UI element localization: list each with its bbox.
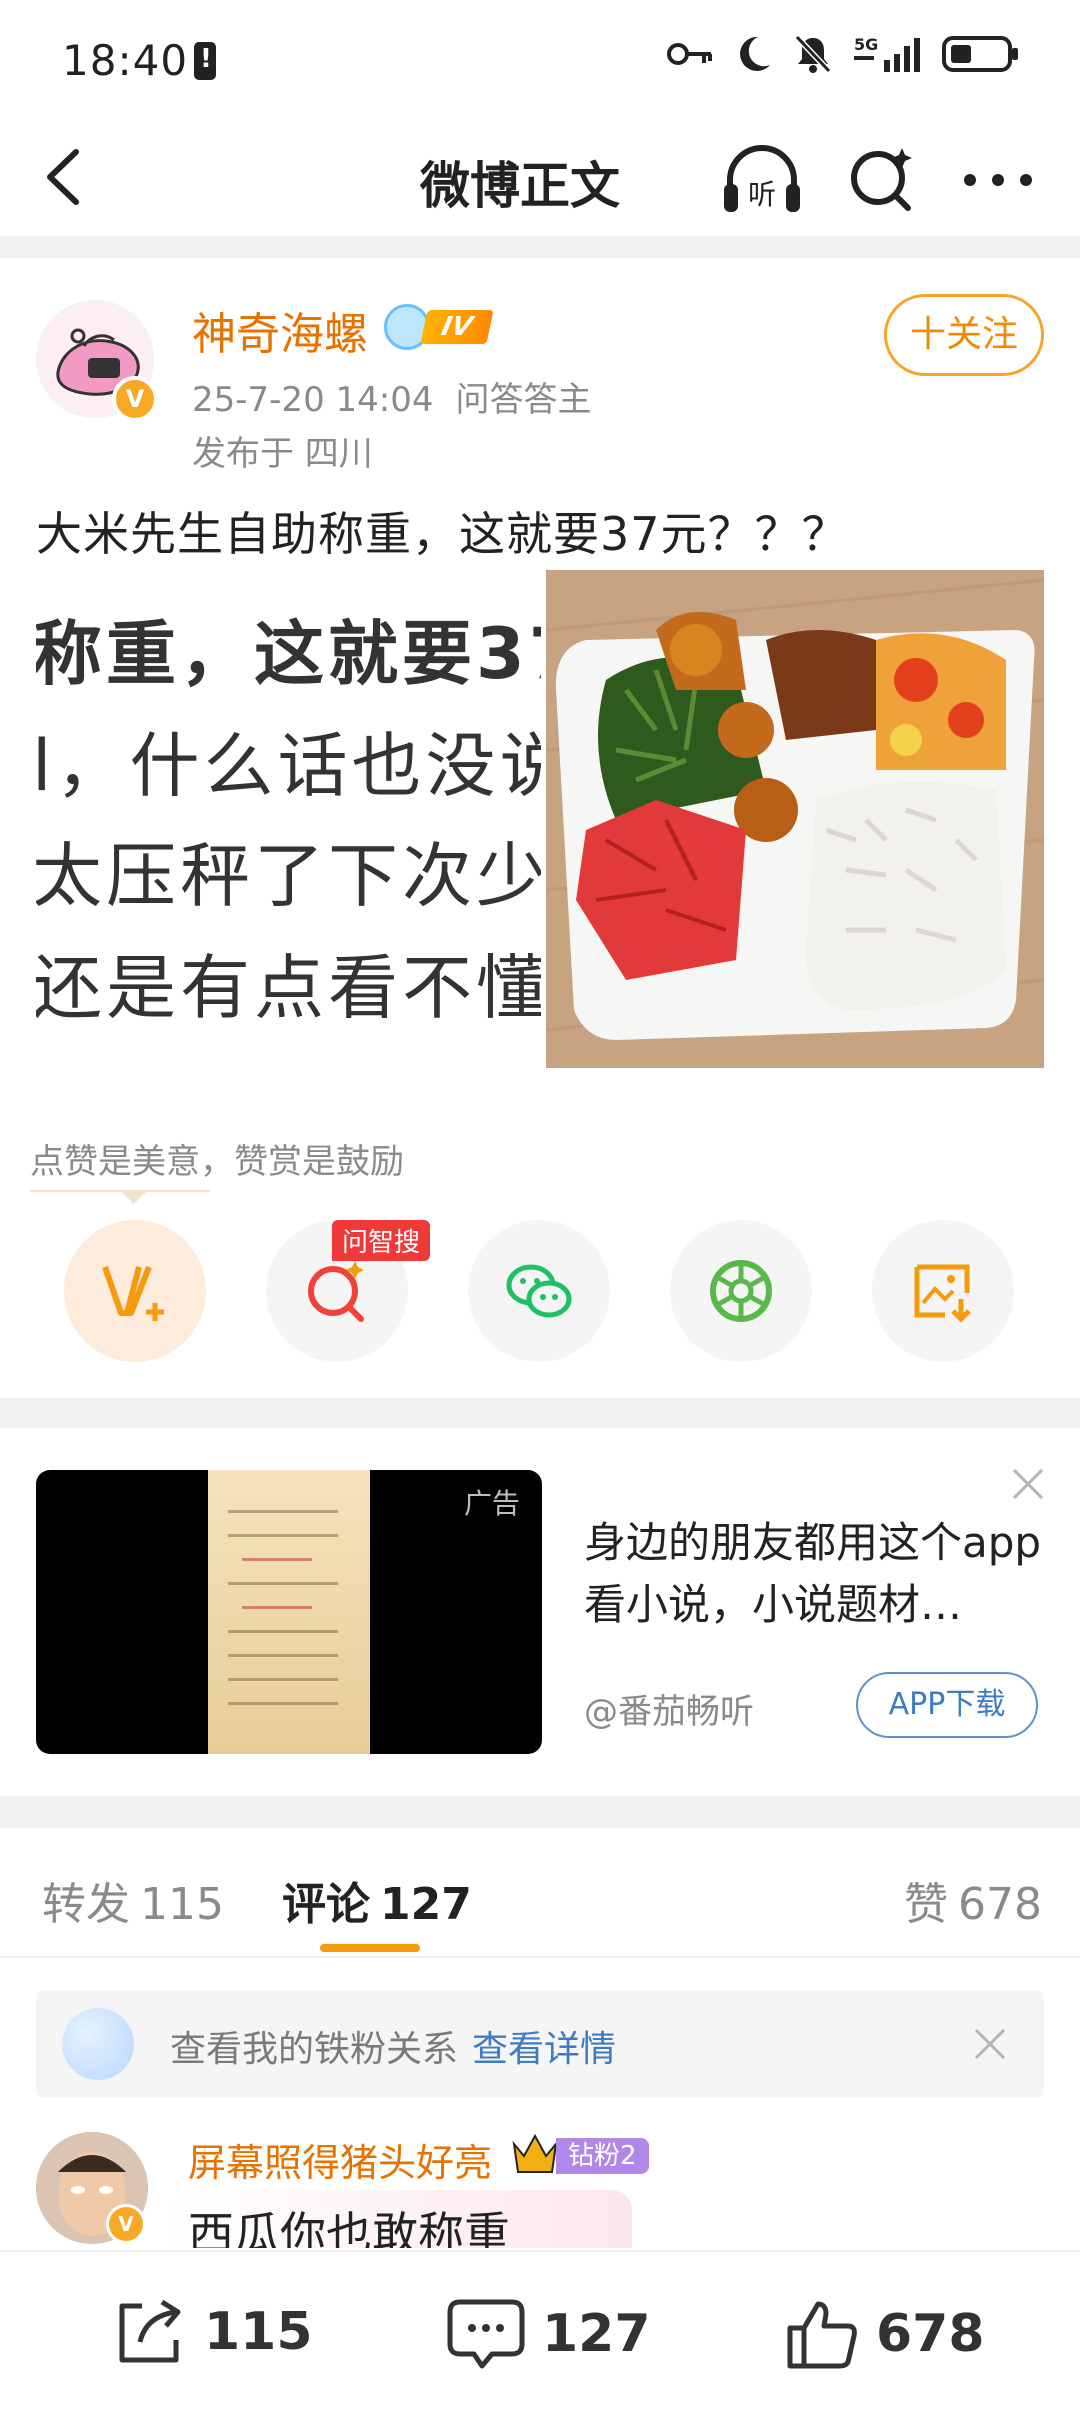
ad-video[interactable]: 广告	[36, 1470, 542, 1754]
more-options-icon[interactable]	[960, 140, 1036, 220]
tab-label: 评论	[282, 1879, 370, 1930]
tab-label: 赞	[904, 1879, 948, 1930]
ad-card[interactable]: 广告 身边的朋友都用这个app看小说，小说题材… @番茄畅听 APP下载	[0, 1428, 1080, 1796]
view-details-link[interactable]: 查看详情	[472, 2029, 616, 2070]
image-text-line: 太压秤了下次少	[36, 835, 541, 917]
status-bar: 18:40 5G	[0, 0, 1080, 118]
reward-button[interactable]	[64, 1220, 206, 1362]
mute-bell-icon	[794, 34, 832, 74]
close-icon[interactable]	[1008, 1464, 1048, 1504]
iron-fan-label: 查看我的铁粉关系	[170, 2029, 459, 2070]
level-badge: IV	[420, 310, 494, 344]
battery-icon	[942, 36, 1018, 72]
moments-share-button[interactable]	[670, 1220, 812, 1362]
crown-icon	[512, 2133, 558, 2173]
wechat-share-button[interactable]	[468, 1220, 610, 1362]
listen-headphones-icon[interactable]: 听	[720, 140, 804, 220]
author-role-tag: 问答答主	[455, 380, 592, 420]
diamond-icon	[62, 2008, 134, 2080]
author-badges[interactable]: IV	[384, 304, 494, 350]
image-text-line: 称重，这就要37	[36, 613, 541, 695]
verified-v-badge-icon: V	[112, 376, 158, 422]
ad-title[interactable]: 身边的朋友都用这个app看小说，小说题材…	[584, 1512, 1044, 1636]
active-tab-indicator	[320, 1944, 420, 1952]
tab-likes[interactable]: 赞 678	[904, 1868, 1042, 1932]
share-actions: 问智搜	[0, 1220, 1080, 1362]
repost-count: 115	[204, 2302, 313, 2362]
comment-item[interactable]: V 屏幕照得猪头好亮 钻粉2 西瓜你也敢称重	[0, 2124, 1080, 2248]
page-title: 微博正文	[420, 157, 620, 215]
moon-icon	[740, 36, 770, 71]
close-icon[interactable]	[970, 2024, 1010, 2064]
repost-icon	[119, 2299, 181, 2363]
like-button[interactable]: 678	[784, 2296, 985, 2372]
status-time: 18:40	[62, 36, 189, 85]
ad-label: 广告	[463, 1487, 520, 1520]
author-name[interactable]: 神奇海螺	[192, 298, 368, 362]
image-text-line: l，什么话也没说	[36, 725, 541, 807]
moments-aperture-icon	[710, 1260, 772, 1322]
post-date: 25-7-20 14:04	[192, 380, 434, 420]
section-divider	[0, 1796, 1080, 1828]
post-text: 大米先生自助称重，这就要37元？？？	[36, 507, 849, 561]
commenter-name[interactable]: 屏幕照得猪头好亮	[188, 2132, 492, 2187]
ad-source: @番茄畅听	[584, 1692, 754, 1732]
comment-count: 127	[542, 2304, 651, 2364]
thumbs-up-icon	[787, 2301, 857, 2369]
post-meta: 25-7-20 14:04 问答答主	[192, 372, 592, 421]
repost-button[interactable]: 115	[112, 2296, 313, 2368]
section-divider	[0, 236, 1080, 258]
comment-button[interactable]: 127	[446, 2296, 651, 2372]
post-image-text-screenshot[interactable]: 称重，这就要37 l，什么话也没说 太压秤了下次少 还是有点看不懂。	[36, 570, 541, 1068]
verified-v-badge-icon: V	[106, 2204, 146, 2244]
follow-button[interactable]: 十关注	[884, 294, 1044, 376]
bottom-action-bar: 115 127 678	[0, 2250, 1080, 2412]
post-images: 称重，这就要37 l，什么话也没说 太压秤了下次少 还是有点看不懂。	[36, 570, 1044, 1068]
tab-comments[interactable]: 评论 127	[282, 1868, 472, 1932]
section-divider	[0, 1398, 1080, 1428]
ai-search-icon	[308, 1261, 364, 1322]
key-icon	[667, 43, 712, 65]
comment-text: 西瓜你也敢称重	[188, 2207, 510, 2248]
tab-count: 127	[380, 1879, 472, 1930]
tab-label: 转发	[42, 1879, 130, 1930]
food-plate-image	[546, 570, 1044, 1068]
interaction-tabs: 转发 115 评论 127 赞 678	[0, 1828, 1080, 1958]
alert-icon	[194, 42, 216, 80]
post-location: 发布于 四川	[192, 434, 373, 474]
tab-repost[interactable]: 转发 115	[42, 1868, 224, 1932]
save-image-button[interactable]	[872, 1220, 1014, 1362]
listen-label: 听	[748, 178, 776, 211]
search-icon[interactable]	[846, 138, 916, 218]
wechat-icon	[506, 1264, 572, 1318]
comment-bubble-icon	[447, 2299, 525, 2369]
iron-fan-banner: 查看我的铁粉关系 查看详情	[36, 1990, 1044, 2098]
post-header: V 神奇海螺 IV 25-7-20 14:04 问答答主 发布于 四川 十关注	[0, 258, 1080, 478]
reward-v-plus-icon	[102, 1265, 164, 1321]
nav-bar: 微博正文 听	[0, 118, 1080, 236]
tab-count: 678	[958, 1879, 1042, 1930]
fan-level-badge: 钻粉2	[556, 2138, 649, 2174]
tab-count: 115	[140, 1879, 224, 1930]
ad-scroll-image	[208, 1470, 370, 1754]
svg-text:5G: 5G	[854, 35, 878, 54]
post-image-food-plate[interactable]	[546, 570, 1044, 1068]
ask-search-tag: 问智搜	[332, 1220, 431, 1261]
iron-fan-text: 查看我的铁粉关系 查看详情	[170, 2020, 616, 2072]
image-text-line: 还是有点看不懂。	[36, 947, 541, 1029]
status-icons: 5G	[666, 34, 1020, 74]
save-image-icon	[914, 1264, 971, 1323]
like-count: 678	[876, 2304, 985, 2364]
hint-pointer	[120, 1190, 148, 1204]
app-download-button[interactable]: APP下载	[856, 1672, 1038, 1738]
like-hint-text: 点赞是美意，赞赏是鼓励	[30, 1142, 404, 1182]
signal-5g-icon: 5G	[854, 35, 920, 72]
